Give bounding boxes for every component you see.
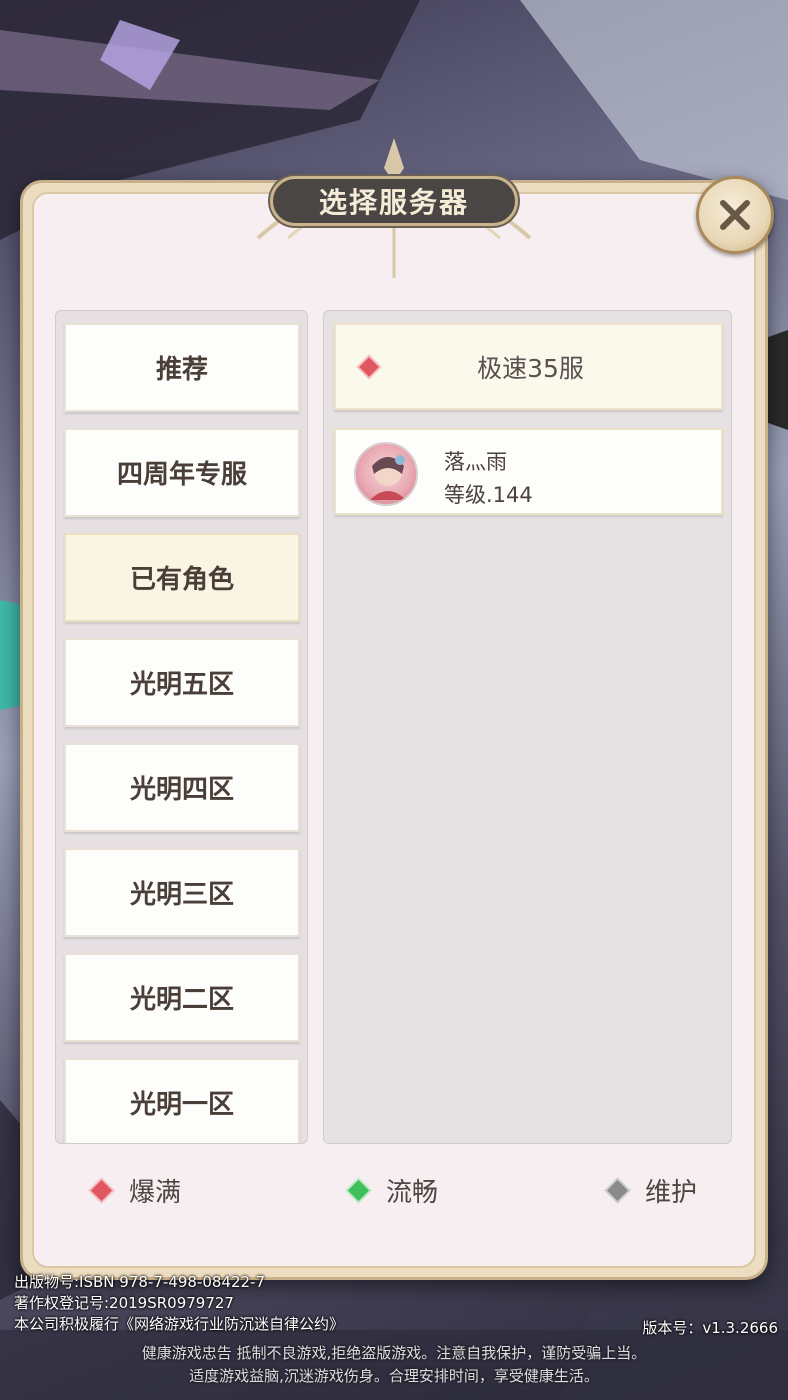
server-row[interactable]: 极速35服 bbox=[334, 323, 723, 410]
category-existing-characters[interactable]: 已有角色 bbox=[64, 533, 300, 622]
diamond-green-icon bbox=[347, 1179, 370, 1202]
category-zone-3[interactable]: 光明三区 bbox=[64, 848, 300, 937]
legend-maintenance: 维护 bbox=[606, 1172, 698, 1209]
legend-smooth: 流畅 bbox=[347, 1172, 439, 1209]
category-zone-4[interactable]: 光明四区 bbox=[64, 743, 300, 832]
legal-line: 本公司积极履行《网络游戏行业防沉迷自律公约》 bbox=[14, 1315, 345, 1333]
category-zone-2[interactable]: 光明二区 bbox=[64, 953, 300, 1042]
diamond-gray-icon bbox=[606, 1179, 629, 1202]
legal-notice: 出版物号:ISBN 978-7-498-08422-7 著作权登记号:2019S… bbox=[14, 1272, 344, 1335]
category-zone-5[interactable]: 光明五区 bbox=[64, 638, 300, 727]
server-name: 极速35服 bbox=[477, 353, 584, 383]
legend-full-label: 爆满 bbox=[129, 1178, 182, 1208]
legal-line: 出版物号:ISBN 978-7-498-08422-7 bbox=[14, 1273, 265, 1291]
close-button[interactable] bbox=[696, 176, 774, 254]
server-list[interactable]: 极速35服 落灬雨 等级.144 bbox=[323, 310, 732, 1144]
health-line-2: 适度游戏益脑,沉迷游戏伤身。合理安排时间，享受健康生活。 bbox=[189, 1367, 599, 1385]
legend-smooth-label: 流畅 bbox=[386, 1178, 439, 1208]
category-recommended[interactable]: 推荐 bbox=[64, 323, 300, 412]
diamond-red-icon bbox=[90, 1179, 113, 1202]
version-label: 版本号：v1.3.2666 bbox=[642, 1319, 778, 1337]
category-zone-1[interactable]: 光明一区 bbox=[64, 1058, 300, 1143]
character-name: 落灬雨 bbox=[444, 450, 507, 474]
health-line-1: 健康游戏忠告 抵制不良游戏,拒绝盗版游戏。注意自我保护，谨防受骗上当。 bbox=[141, 1344, 647, 1362]
category-anniversary[interactable]: 四周年专服 bbox=[64, 428, 300, 517]
server-category-list[interactable]: 推荐 四周年专服 已有角色 光明五区 光明四区 光明三区 光明二区 光明一区 bbox=[55, 310, 308, 1144]
legend-full: 爆满 bbox=[90, 1172, 182, 1209]
legend-maintenance-label: 维护 bbox=[645, 1178, 698, 1208]
close-icon bbox=[720, 200, 750, 230]
health-advice: 健康游戏忠告 抵制不良游戏,拒绝盗版游戏。注意自我保护，谨防受骗上当。 适度游戏… bbox=[0, 1342, 788, 1388]
dialog-title: 选择服务器 bbox=[270, 176, 518, 226]
legal-line: 著作权登记号:2019SR0979727 bbox=[14, 1294, 234, 1312]
character-level: 等级.144 bbox=[444, 483, 533, 507]
character-avatar-icon bbox=[354, 442, 418, 506]
character-row[interactable]: 落灬雨 等级.144 bbox=[334, 428, 723, 515]
